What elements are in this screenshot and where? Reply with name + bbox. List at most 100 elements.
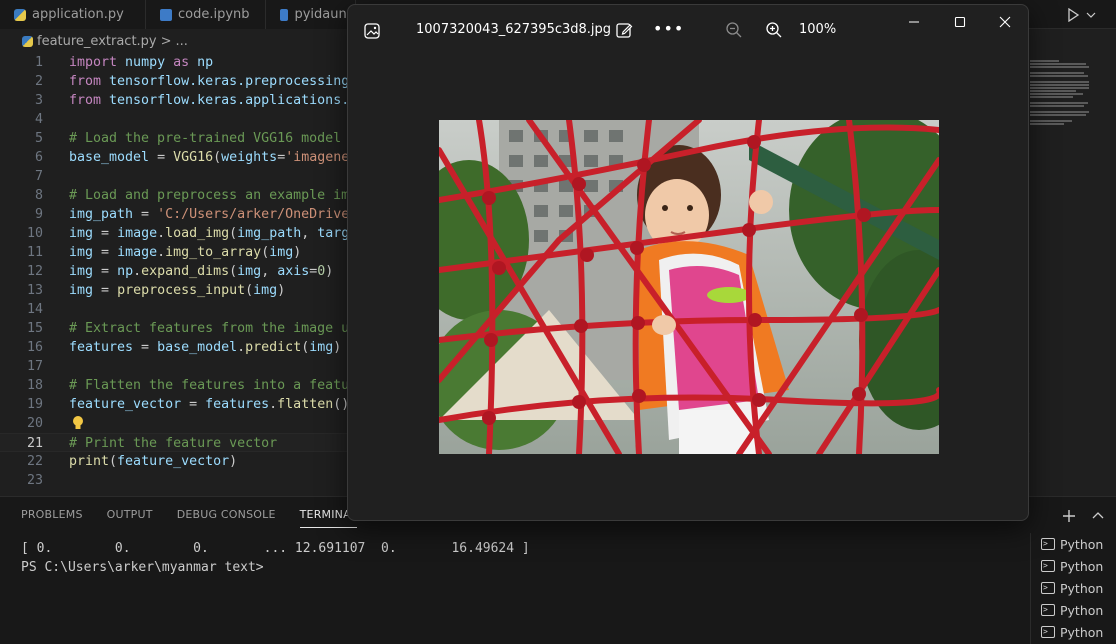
- line-code: # Extract features from the image us: [69, 319, 357, 338]
- line-code: base_model = VGG16(weights='imagenet: [69, 148, 357, 167]
- tab-pyidaung[interactable]: pyidaung: [266, 0, 356, 29]
- line-number: 17: [26, 359, 43, 374]
- code-token: flatten: [277, 397, 334, 412]
- terminal-label: Python: [1060, 580, 1104, 596]
- code-token: tensorflow.keras.applications.vg: [101, 93, 366, 108]
- tab-label: code.ipynb: [178, 7, 250, 22]
- tab-debug-console[interactable]: DEBUG CONSOLE: [165, 497, 288, 533]
- displayed-photo: [439, 120, 939, 454]
- code-token: feature_vector: [69, 397, 182, 412]
- gallery-icon[interactable]: [363, 22, 381, 40]
- minimap[interactable]: [1030, 52, 1116, 492]
- line-code: # Load the pre-trained VGG16 model: [69, 129, 341, 148]
- tab-application-py[interactable]: application.py: [0, 0, 146, 29]
- minimap-line: [1030, 63, 1086, 65]
- terminal-output[interactable]: [ 0. 0. 0. ... 12.691107 0. 16.49624 ] PS…: [21, 539, 530, 577]
- code-token: =: [93, 245, 118, 260]
- line-number: 7: [34, 169, 43, 184]
- breadcrumb-rest[interactable]: ...: [176, 34, 188, 49]
- code-token: # Load the pre-trained VGG16 model: [69, 131, 342, 146]
- code-token: ): [325, 264, 334, 279]
- tab-output[interactable]: OUTPUT: [95, 497, 165, 533]
- terminal-item[interactable]: > Python: [1031, 577, 1116, 599]
- code-token: from: [69, 93, 102, 108]
- code-token: =: [181, 397, 206, 412]
- code-token: img: [69, 245, 94, 260]
- line-number: 15: [26, 321, 43, 336]
- minimize-icon[interactable]: [905, 13, 923, 31]
- breadcrumb-file[interactable]: feature_extract.py: [37, 34, 157, 49]
- code-token: .: [157, 245, 166, 260]
- code-token: (: [229, 226, 238, 241]
- code-token: expand_dims: [141, 264, 230, 279]
- line-number: 23: [26, 473, 43, 488]
- zoom-in-icon[interactable]: [765, 21, 783, 39]
- code-token: img: [69, 264, 94, 279]
- tab-problems[interactable]: PROBLEMS: [0, 497, 95, 533]
- line-code: from tensorflow.keras.applications.vg: [69, 91, 365, 110]
- code-token: axis: [277, 264, 310, 279]
- code-token: .: [133, 264, 142, 279]
- code-token: features: [69, 340, 134, 355]
- line-code: img = preprocess_input(img): [69, 281, 285, 300]
- line-number: 4: [34, 112, 43, 127]
- code-token: =: [93, 226, 118, 241]
- terminal-item[interactable]: > Python: [1031, 599, 1116, 621]
- terminal-item[interactable]: > Python: [1031, 533, 1116, 555]
- terminal-item[interactable]: > Python: [1031, 621, 1116, 643]
- code-token: =: [149, 150, 174, 165]
- code-token: (: [245, 283, 254, 298]
- lightbulb-icon[interactable]: [72, 415, 84, 431]
- close-icon[interactable]: [996, 13, 1014, 31]
- code-token: (: [213, 150, 222, 165]
- tab-label: OUTPUT: [106, 508, 153, 521]
- terminal-label: Python: [1060, 602, 1104, 618]
- code-token: img: [269, 245, 294, 260]
- code-token: ): [293, 245, 302, 260]
- line-number: 20: [26, 416, 43, 431]
- chevron-down-icon[interactable]: [1086, 10, 1096, 20]
- zoom-level[interactable]: 100%: [799, 22, 836, 37]
- zoom-out-icon[interactable]: [725, 21, 743, 39]
- minimap-line: [1030, 102, 1088, 104]
- line-number: 10: [26, 226, 43, 241]
- code-token: base_model: [157, 340, 238, 355]
- terminal-icon: >: [1041, 582, 1055, 594]
- tab-code-ipynb[interactable]: code.ipynb: [146, 0, 266, 29]
- maximize-icon[interactable]: [951, 13, 969, 31]
- line-number: 21: [26, 436, 43, 451]
- minimap-line: [1030, 114, 1086, 116]
- breadcrumb-separator: >: [160, 33, 172, 49]
- minimap-line: [1030, 90, 1077, 92]
- code-token: =: [133, 340, 158, 355]
- panel-tabs: PROBLEMS OUTPUT DEBUG CONSOLE TERMINAL: [0, 497, 369, 533]
- terminal-item[interactable]: > Python: [1031, 555, 1116, 577]
- code-token: (: [229, 264, 238, 279]
- chevron-up-icon[interactable]: [1092, 510, 1104, 522]
- code-token: image: [117, 245, 158, 260]
- code-token: img_path: [237, 226, 302, 241]
- code-token: as: [173, 55, 190, 70]
- edit-image-icon[interactable]: [615, 21, 633, 39]
- line-number: 2: [34, 74, 43, 89]
- minimap-line: [1030, 75, 1088, 77]
- python-file-icon: [22, 35, 33, 47]
- line-number: 13: [26, 283, 43, 298]
- run-actions: [1066, 0, 1116, 29]
- line-number: 18: [26, 378, 43, 393]
- line-number: 16: [26, 340, 43, 355]
- line-code: feature_vector = features.flatten(): [69, 395, 349, 414]
- minimap-line: [1030, 66, 1090, 68]
- add-terminal-icon[interactable]: [1062, 509, 1076, 523]
- terminal-list: > Python > Python > Python > Python > Python: [1030, 533, 1116, 644]
- run-icon[interactable]: [1066, 7, 1080, 22]
- more-options-icon[interactable]: •••: [653, 19, 684, 38]
- code-token: =: [93, 264, 118, 279]
- code-token: ): [333, 340, 342, 355]
- line-number: 8: [34, 188, 43, 203]
- code-token: from: [69, 74, 102, 89]
- minimap-line: [1030, 96, 1074, 98]
- code-token: tensorflow.keras.preprocessing: [101, 74, 350, 89]
- line-code: features = base_model.predict(img): [69, 338, 341, 357]
- line-code: img = image.load_img(img_path, target: [69, 224, 365, 243]
